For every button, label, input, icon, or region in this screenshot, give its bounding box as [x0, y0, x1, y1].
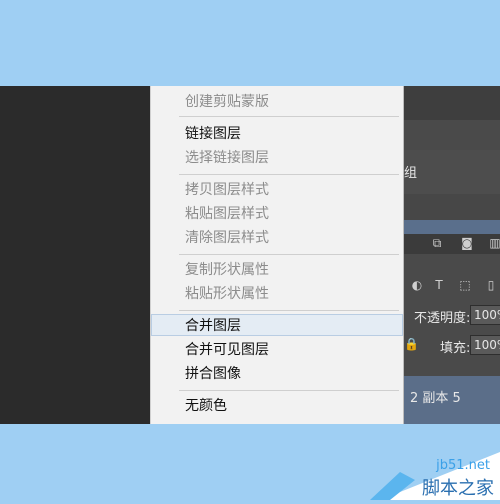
menu-item-paste-layer-style[interactable]: 粘贴图层样式 — [185, 204, 269, 224]
menu-item-flatten-image[interactable]: 拼合图像 — [185, 364, 241, 384]
menu-item-select-linked-layers[interactable]: 选择链接图层 — [185, 148, 269, 168]
menu-item-merge-layers[interactable]: 合并图层 — [185, 316, 241, 336]
layers-panel: 组 ⧉ ◙ ▥ ◐ T ⬚ ▯ 不透明度: 100% 🔒 填充: 100% 2 … — [404, 86, 500, 424]
watermark-name: 脚本之家 — [422, 478, 494, 499]
context-menu: 创建剪贴蒙版 链接图层 选择链接图层 拷贝图层样式 粘贴图层样式 清除图层样式 … — [150, 86, 404, 424]
canvas-dark-area — [0, 86, 150, 424]
fill-input[interactable]: 100% — [470, 335, 500, 355]
menu-item-create-clipping-mask[interactable]: 创建剪贴蒙版 — [185, 92, 269, 112]
opacity-label: 不透明度: — [414, 311, 471, 326]
selected-strip — [404, 220, 500, 234]
layer-row[interactable]: 2 副本 5 — [404, 376, 500, 424]
smart-object-filter-icon[interactable]: ▯ — [484, 278, 498, 292]
opacity-input[interactable]: 100% — [470, 305, 500, 325]
menu-item-copy-layer-style[interactable]: 拷贝图层样式 — [185, 180, 269, 200]
new-layer-icon[interactable]: ⧉ — [430, 236, 444, 250]
menu-item-clear-layer-style[interactable]: 清除图层样式 — [185, 228, 269, 248]
shape-filter-icon[interactable]: ⬚ — [458, 278, 472, 292]
adjustment-filter-icon[interactable]: ◐ — [410, 278, 424, 292]
group-text: 组 — [404, 166, 418, 181]
panel-row — [404, 194, 500, 220]
watermark-site: jb51.net — [436, 458, 490, 473]
panel-toolbar — [404, 234, 500, 254]
menu-separator — [179, 174, 399, 175]
lock-icon[interactable]: 🔒 — [404, 337, 419, 351]
menu-separator — [179, 254, 399, 255]
menu-item-paste-shape-attributes[interactable]: 粘贴形状属性 — [185, 284, 269, 304]
type-filter-icon[interactable]: T — [432, 278, 446, 292]
panel-row-group: 组 — [404, 150, 500, 194]
menu-item-merge-visible[interactable]: 合并可见图层 — [185, 340, 269, 360]
panel-row — [404, 120, 500, 150]
menu-item-copy-shape-attributes[interactable]: 复制形状属性 — [185, 260, 269, 280]
menu-separator — [179, 390, 399, 391]
menu-separator — [179, 310, 399, 311]
camera-icon[interactable]: ◙ — [460, 236, 474, 250]
menu-item-no-color[interactable]: 无颜色 — [185, 396, 227, 416]
trash-icon[interactable]: ▥ — [488, 236, 500, 250]
menu-separator — [179, 116, 399, 117]
layer-name: 2 副本 5 — [410, 391, 461, 406]
watermark: jb51.net 脚本之家 — [360, 420, 500, 500]
fill-label: 填充: — [440, 341, 471, 356]
panel-header-row — [404, 86, 500, 120]
menu-item-link-layers[interactable]: 链接图层 — [185, 124, 241, 144]
